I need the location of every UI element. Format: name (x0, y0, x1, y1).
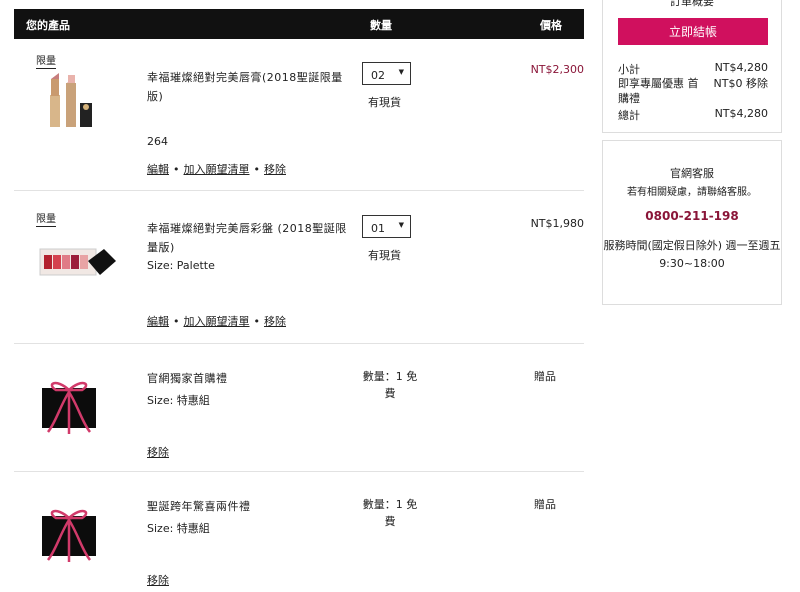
cart-header: 您的產品 數量 價格 (14, 9, 584, 39)
item-actions: 移除 (147, 572, 169, 588)
discount-label: 即享專屬優惠 首購禮 (618, 77, 699, 105)
service-phone[interactable]: 0800-211-198 (603, 209, 781, 223)
item-actions: 編輯 • 加入願望清單 • 移除 (147, 313, 286, 329)
palette-image (39, 248, 116, 276)
header-quantity: 數量 (370, 19, 392, 32)
product-size: Size: 特惠組 (147, 522, 210, 535)
chevron-down-icon: ▼ (398, 221, 404, 229)
edit-link[interactable]: 編輯 (147, 315, 169, 328)
total-value: NT$4,280 (714, 107, 768, 120)
subtotal-value: NT$4,280 (714, 61, 768, 74)
gift-label: 贈品 (534, 498, 556, 511)
quantity-select[interactable]: 01 ▼ (362, 215, 411, 238)
cart-item-gift-2: 聖誕跨年驚喜兩件禮 Size: 特惠組 數量：1 免費 贈品 移除 (14, 472, 584, 592)
stock-status: 有現貨 (368, 96, 401, 109)
product-shade: 264 (147, 135, 168, 148)
service-title: 官網客服 (670, 167, 714, 180)
quantity-value: 01 (371, 222, 385, 235)
chevron-down-icon: ▼ (398, 68, 404, 76)
item-actions: 移除 (147, 444, 169, 460)
quantity-free: 數量：1 免費 (362, 370, 418, 400)
product-size: Size: 特惠組 (147, 394, 210, 407)
summary-title: 訂單概要 (670, 0, 714, 8)
item-price: NT$1,980 (530, 217, 584, 230)
quantity-select[interactable]: 02 ▼ (362, 62, 411, 85)
customer-service-box: 官網客服 若有相關疑慮，請聯絡客服。 0800-211-198 服務時間(國定假… (602, 140, 782, 305)
stock-status: 有現貨 (368, 249, 401, 262)
add-wishlist-link[interactable]: 加入願望清單 (184, 163, 250, 176)
gift-box-icon (42, 509, 96, 562)
separator-dot: • (173, 315, 180, 328)
quantity-free: 數量：1 免費 (362, 498, 418, 528)
total-label: 總計 (618, 109, 640, 122)
product-name[interactable]: 幸福璀燦絕對完美唇膏(2018聖誕限量版) (147, 68, 347, 106)
gift-label: 贈品 (534, 370, 556, 383)
order-summary: 訂單概要 立即結帳 小計 NT$4,280 即享專屬優惠 首購禮 NT$0 移除… (602, 0, 782, 133)
remove-link[interactable]: 移除 (147, 574, 169, 587)
subtotal-label: 小計 (618, 63, 640, 76)
gift-box-icon (42, 381, 96, 434)
lipstick-image (50, 73, 92, 127)
cart-item-lipstick: 限量 幸福璀燦絕對完美唇膏(2018聖誕限量版) 264 02 ▼ 有現貨 NT… (14, 39, 584, 191)
checkout-button[interactable]: 立即結帳 (618, 18, 768, 45)
separator-dot: • (253, 315, 261, 328)
remove-link[interactable]: 移除 (264, 315, 286, 328)
add-wishlist-link[interactable]: 加入願望清單 (184, 315, 250, 328)
edit-link[interactable]: 編輯 (147, 163, 169, 176)
service-hours: 服務時間(國定假日除外) 週一至週五 9:30~18:00 (603, 239, 781, 270)
cart-table: 您的產品 數量 價格 限量 幸福璀燦絕對完美唇膏(2018聖誕限量版) 264 … (14, 9, 584, 592)
product-name: 官網獨家首購禮 (147, 372, 228, 385)
remove-link[interactable]: 移除 (264, 163, 286, 176)
separator-dot: • (173, 163, 180, 176)
cart-item-palette: 限量 幸福璀燦絕對完美唇彩盤 (2018聖誕限量版) Size: Palette… (14, 191, 584, 344)
product-name: 聖誕跨年驚喜兩件禮 (147, 500, 251, 513)
product-size: Size: Palette (147, 259, 215, 272)
quantity-value: 02 (371, 69, 385, 82)
discount-value[interactable]: NT$0 移除 (706, 76, 768, 91)
item-price: NT$2,300 (530, 63, 584, 76)
separator-dot: • (253, 163, 261, 176)
service-subtitle: 若有相關疑慮，請聯絡客服。 (627, 187, 757, 198)
header-product: 您的產品 (26, 19, 70, 32)
remove-link[interactable]: 移除 (147, 446, 169, 459)
product-name[interactable]: 幸福璀燦絕對完美唇彩盤 (2018聖誕限量版) (147, 219, 347, 257)
item-actions: 編輯 • 加入願望清單 • 移除 (147, 161, 286, 177)
limited-badge: 限量 (36, 214, 56, 227)
header-price: 價格 (540, 19, 562, 32)
cart-item-gift-1: 官網獨家首購禮 Size: 特惠組 數量：1 免費 贈品 移除 (14, 344, 584, 472)
